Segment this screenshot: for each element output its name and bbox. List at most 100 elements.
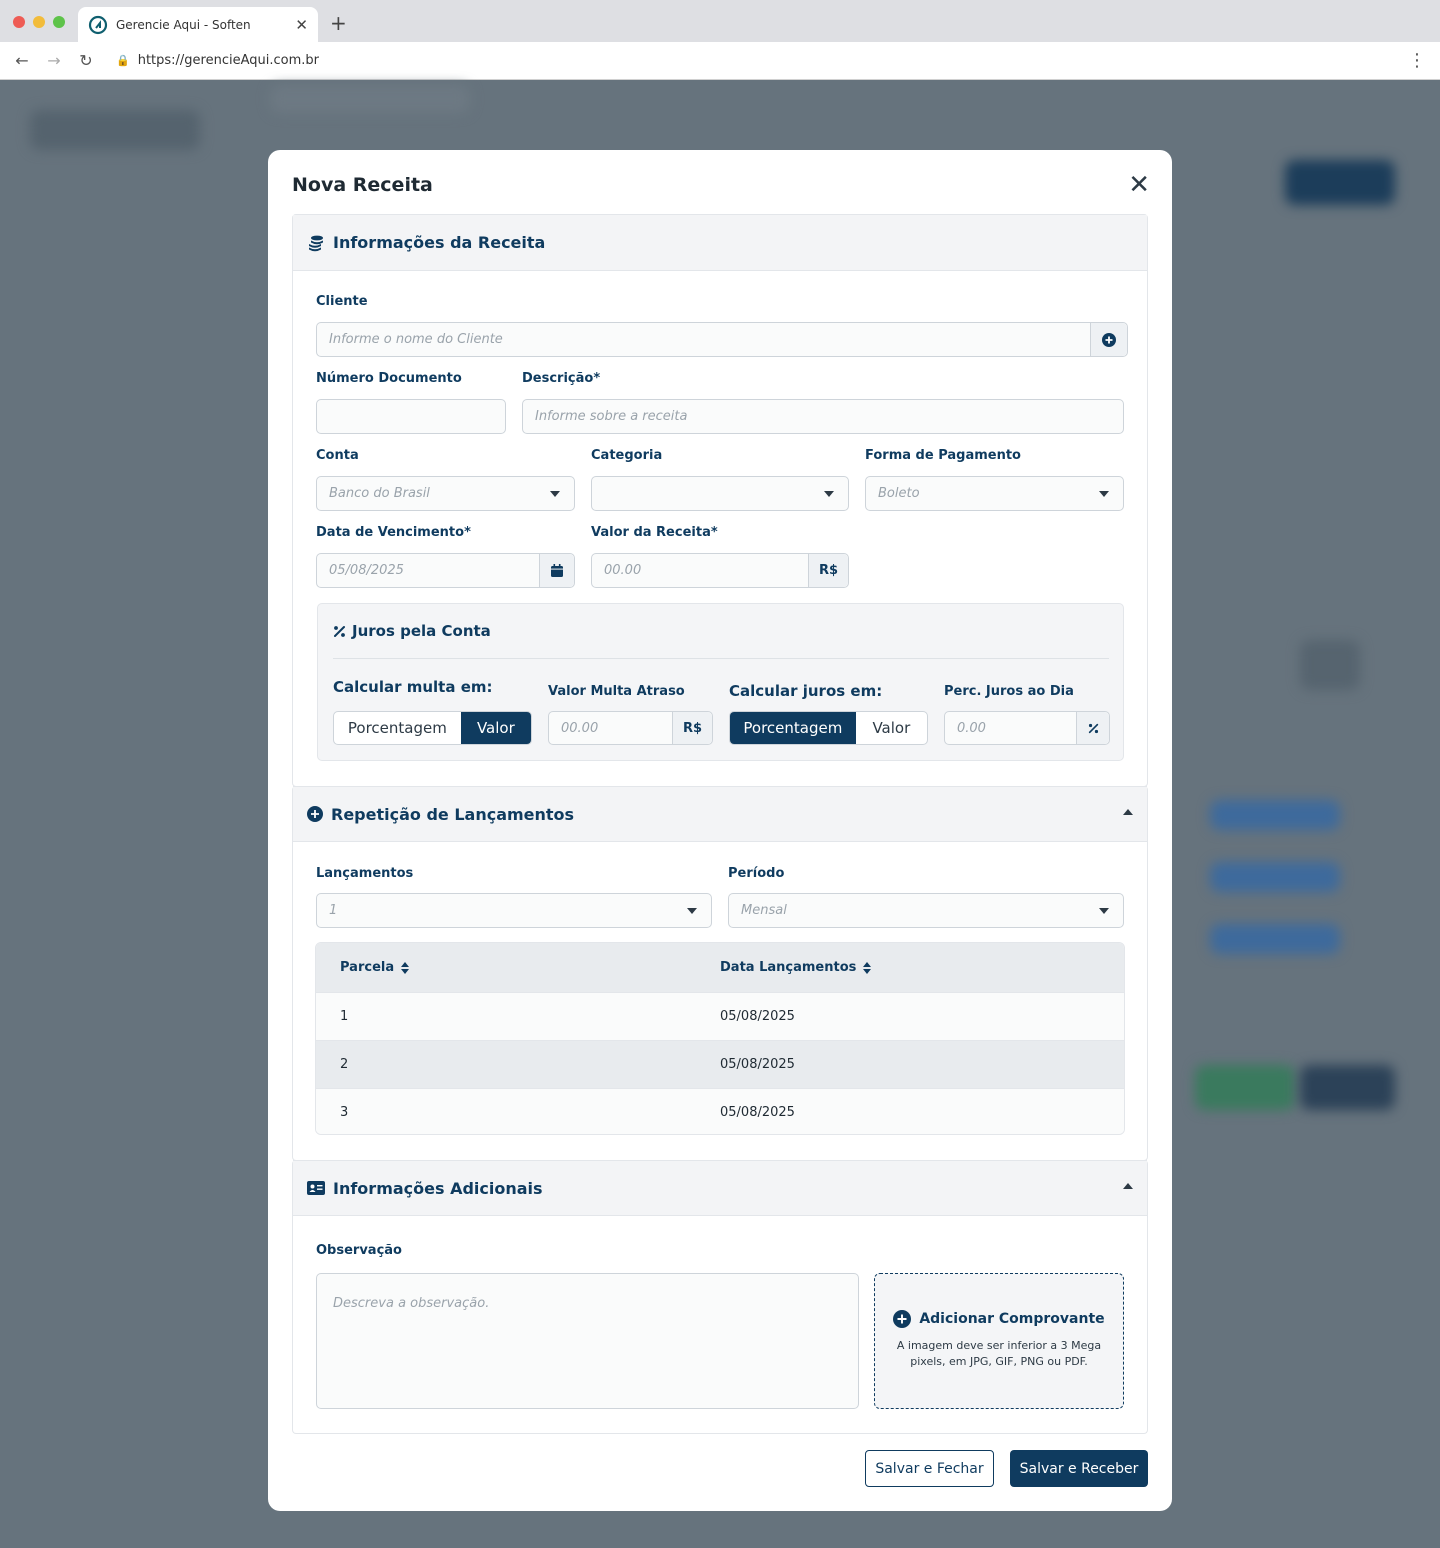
lancamentos-select[interactable]: 1 — [316, 893, 712, 928]
juros-porcentagem-option[interactable]: Porcentagem — [730, 712, 856, 744]
upload-title-wrap: Adicionar Comprovante — [875, 1310, 1123, 1328]
favicon-icon — [88, 15, 108, 34]
parcela-cell: 1 — [340, 1009, 349, 1024]
new-tab-icon[interactable]: + — [330, 11, 347, 35]
forma-pagamento-label: Forma de Pagamento — [865, 448, 1021, 463]
minimize-window-button[interactable] — [33, 16, 45, 28]
chevron-up-icon[interactable] — [1123, 1183, 1133, 1189]
add-cliente-button[interactable] — [1090, 323, 1127, 356]
numero-documento-label: Número Documento — [316, 371, 462, 386]
chevron-down-icon — [1099, 490, 1109, 497]
reload-icon[interactable]: ↻ — [70, 51, 102, 70]
table-row: 1 05/08/2025 — [316, 992, 1124, 1040]
bg-logo — [30, 110, 200, 150]
calendar-icon — [551, 564, 563, 577]
data-vencimento-input[interactable]: 05/08/2025 — [316, 553, 575, 588]
address-bar: ← → ↻ 🔒 https://gerencieAqui.com.br ⋮ — [0, 42, 1440, 80]
data-vencimento-value: 05/08/2025 — [329, 563, 404, 578]
juros-toggle: Porcentagem Valor — [729, 711, 928, 745]
repeticao-title: Repetição de Lançamentos — [331, 804, 575, 824]
lock-icon: 🔒 — [116, 54, 130, 67]
sort-icon — [863, 961, 872, 974]
bg-button — [1285, 160, 1395, 205]
juros-title-wrap: Juros pela Conta — [333, 622, 491, 640]
id-card-icon — [307, 1181, 325, 1195]
parcela-header-label: Parcela — [340, 960, 395, 975]
percent-icon — [1088, 723, 1098, 733]
percent-addon — [1076, 712, 1109, 744]
salvar-fechar-button[interactable]: Salvar e Fechar — [865, 1450, 994, 1487]
browser-tab[interactable]: Gerencie Aqui - Soften ✕ — [78, 7, 318, 42]
data-cell: 05/08/2025 — [720, 1009, 795, 1024]
browser-tabbar: Gerencie Aqui - Soften ✕ + — [0, 0, 1440, 42]
multa-valor-option[interactable]: Valor — [460, 712, 531, 744]
lancamentos-label: Lançamentos — [316, 866, 414, 881]
currency-addon: R$ — [672, 712, 712, 744]
chevron-down-icon — [687, 907, 697, 914]
lancamentos-value: 1 — [329, 903, 338, 918]
sort-icon — [401, 961, 410, 974]
parcela-header[interactable]: Parcela — [340, 960, 410, 975]
valor-multa-input[interactable]: 00.00 R$ — [548, 711, 713, 745]
observacao-textarea[interactable]: Descreva a observação. — [316, 1273, 859, 1409]
tab-title: Gerencie Aqui - Soften — [116, 17, 251, 32]
divider — [333, 658, 1109, 659]
back-icon[interactable]: ← — [6, 51, 38, 70]
data-vencimento-label: Data de Vencimento* — [316, 525, 471, 540]
plus-circle-icon — [1102, 332, 1116, 347]
tab-close-icon[interactable]: ✕ — [295, 16, 308, 34]
calendar-button[interactable] — [539, 554, 574, 587]
cliente-label: Cliente — [316, 294, 368, 309]
plus-circle-icon — [307, 806, 323, 822]
adicionais-header[interactable]: Informações Adicionais — [293, 1160, 1147, 1216]
multa-porcentagem-option[interactable]: Porcentagem — [334, 712, 461, 744]
perc-juros-placeholder: 0.00 — [957, 720, 986, 736]
categoria-select[interactable] — [591, 476, 849, 511]
valor-receita-input[interactable]: 00.00 R$ — [591, 553, 849, 588]
data-cell: 05/08/2025 — [720, 1105, 795, 1120]
juros-title: Juros pela Conta — [352, 622, 491, 640]
url-field[interactable]: https://gerencieAqui.com.br — [138, 53, 319, 68]
nova-receita-modal: Nova Receita ✕ Informações da Receita Cl… — [268, 150, 1172, 1511]
upload-comprovante[interactable]: Adicionar Comprovante A imagem deve ser … — [874, 1273, 1124, 1409]
maximize-window-button[interactable] — [53, 16, 65, 28]
cliente-input[interactable]: Informe o nome do Cliente — [316, 322, 1128, 357]
periodo-value: Mensal — [741, 903, 787, 918]
numero-documento-input[interactable] — [316, 399, 506, 434]
repeticao-header[interactable]: Repetição de Lançamentos — [293, 786, 1147, 842]
perc-juros-input[interactable]: 0.00 — [944, 711, 1110, 745]
conta-label: Conta — [316, 448, 359, 463]
modal-title: Nova Receita — [292, 174, 433, 196]
bg-header — [270, 85, 470, 113]
periodo-select[interactable]: Mensal — [728, 893, 1124, 928]
plus-circle-icon — [893, 1310, 912, 1328]
descricao-input[interactable]: Informe sobre a receita — [522, 399, 1124, 434]
conta-select[interactable]: Banco do Brasil — [316, 476, 575, 511]
data-lancamentos-header[interactable]: Data Lançamentos — [720, 960, 872, 975]
salvar-receber-button[interactable]: Salvar e Receber — [1010, 1450, 1148, 1487]
close-window-button[interactable] — [13, 16, 25, 28]
bg-item-3 — [1210, 924, 1340, 954]
multa-toggle: Porcentagem Valor — [333, 711, 532, 745]
coins-icon — [309, 235, 323, 251]
info-receita-title: Informações da Receita — [333, 233, 546, 252]
descricao-placeholder: Informe sobre a receita — [535, 409, 688, 424]
valor-multa-placeholder: 00.00 — [561, 720, 599, 736]
bg-item-1 — [1210, 800, 1340, 830]
adicionais-panel: Informações Adicionais Observação Descre… — [292, 1160, 1148, 1434]
close-icon[interactable]: ✕ — [1128, 172, 1150, 198]
chevron-down-icon — [550, 490, 560, 497]
forward-icon[interactable]: → — [38, 51, 70, 70]
chevron-up-icon[interactable] — [1123, 809, 1133, 815]
percent-icon — [334, 625, 345, 637]
info-receita-panel: Informações da Receita Cliente Informe o… — [292, 214, 1148, 787]
bg-item-2 — [1210, 862, 1340, 892]
juros-panel: Juros pela Conta Calcular multa em: Porc… — [317, 603, 1124, 761]
juros-valor-option[interactable]: Valor — [856, 712, 927, 744]
conta-value: Banco do Brasil — [329, 486, 430, 501]
chevron-down-icon — [824, 490, 834, 497]
calcular-multa-label: Calcular multa em: — [333, 678, 493, 696]
browser-menu-icon[interactable]: ⋮ — [1408, 50, 1426, 71]
forma-pagamento-select[interactable]: Boleto — [865, 476, 1124, 511]
table-row: 3 05/08/2025 — [316, 1088, 1124, 1134]
